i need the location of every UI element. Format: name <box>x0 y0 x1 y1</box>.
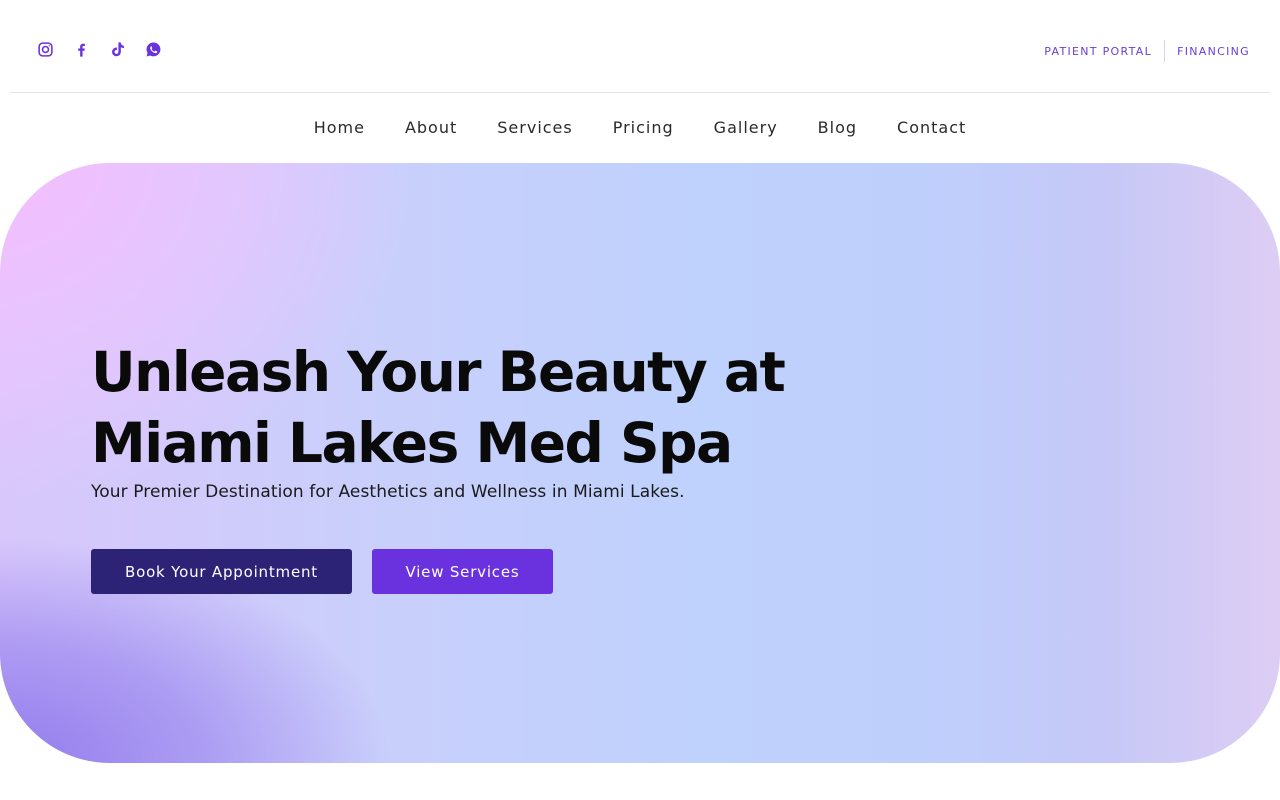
nav-item-pricing[interactable]: Pricing <box>613 118 674 137</box>
nav-item-about[interactable]: About <box>405 118 457 137</box>
main-nav: Home About Services Pricing Gallery Blog… <box>0 118 1280 137</box>
social-links <box>36 40 163 59</box>
book-appointment-button[interactable]: Book Your Appointment <box>91 549 352 594</box>
header-divider <box>10 92 1270 93</box>
nav-item-services[interactable]: Services <box>497 118 572 137</box>
facebook-icon[interactable] <box>72 40 91 59</box>
financing-link[interactable]: FINANCING <box>1177 45 1250 58</box>
top-bar: PATIENT PORTAL FINANCING <box>0 0 1280 93</box>
hero-title: Unleash Your Beauty at Miami Lakes Med S… <box>91 337 811 479</box>
patient-portal-link[interactable]: PATIENT PORTAL <box>1044 45 1152 58</box>
hero-section: Unleash Your Beauty at Miami Lakes Med S… <box>0 163 1280 763</box>
hero-subtitle: Your Premier Destination for Aesthetics … <box>91 482 685 502</box>
hero-title-line-2: Miami Lakes Med Spa <box>91 411 733 475</box>
tiktok-icon[interactable] <box>108 40 127 59</box>
utility-links-divider <box>1164 40 1166 62</box>
view-services-button[interactable]: View Services <box>372 549 553 594</box>
nav-item-home[interactable]: Home <box>314 118 365 137</box>
whatsapp-icon[interactable] <box>144 40 163 59</box>
nav-item-gallery[interactable]: Gallery <box>714 118 778 137</box>
nav-item-blog[interactable]: Blog <box>818 118 857 137</box>
nav-item-contact[interactable]: Contact <box>897 118 966 137</box>
utility-links: PATIENT PORTAL FINANCING <box>1044 40 1250 62</box>
hero-title-line-1: Unleash Your Beauty at <box>91 340 786 404</box>
instagram-icon[interactable] <box>36 40 55 59</box>
